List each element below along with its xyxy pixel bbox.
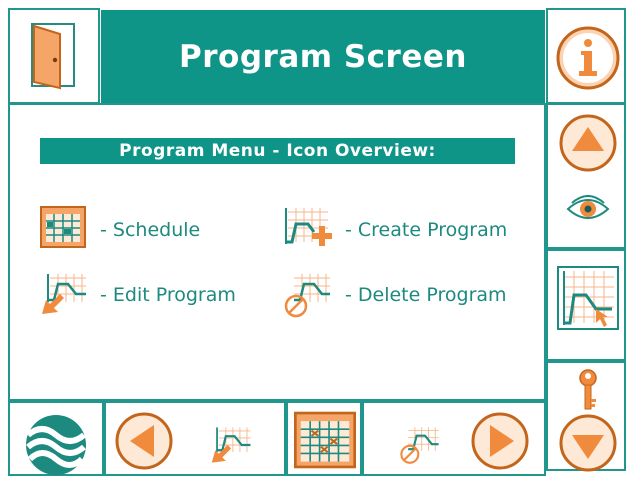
menu-heading: Program Menu - Icon Overview: bbox=[40, 138, 515, 164]
info-button[interactable] bbox=[546, 8, 626, 104]
right-arrow-icon[interactable] bbox=[470, 411, 530, 471]
header-title-bar: Program Screen bbox=[101, 10, 545, 104]
logo-button[interactable] bbox=[8, 401, 104, 476]
delete-program-icon bbox=[284, 274, 330, 318]
delete-program-label: - Delete Program bbox=[345, 284, 507, 306]
key-button[interactable] bbox=[546, 361, 626, 472]
schedule-icon bbox=[294, 411, 356, 469]
left-arrow-icon[interactable] bbox=[114, 411, 174, 471]
schedule-icon bbox=[40, 206, 86, 248]
logo-icon bbox=[26, 415, 86, 475]
door-exit-icon bbox=[31, 23, 75, 90]
up-arrow-icon bbox=[559, 114, 617, 172]
program-view-button[interactable] bbox=[546, 249, 626, 361]
down-arrow-icon bbox=[559, 414, 617, 472]
edit-program-icon[interactable] bbox=[210, 423, 254, 467]
footer-nav-right bbox=[362, 401, 546, 476]
edit-program-icon bbox=[42, 274, 86, 314]
exit-button[interactable] bbox=[8, 8, 100, 104]
scroll-up-button[interactable] bbox=[546, 103, 626, 249]
edit-program-label: - Edit Program bbox=[100, 284, 236, 306]
create-program-icon bbox=[285, 208, 332, 246]
schedule-label: - Schedule bbox=[100, 219, 201, 241]
page-title: Program Screen bbox=[179, 39, 467, 75]
schedule-footer-button[interactable] bbox=[286, 401, 362, 476]
footer-nav-left bbox=[104, 401, 286, 476]
key-icon bbox=[579, 369, 597, 410]
create-program-label: - Create Program bbox=[345, 219, 508, 241]
delete-program-icon[interactable] bbox=[398, 423, 442, 467]
program-curve-icon bbox=[557, 266, 619, 330]
eye-icon bbox=[566, 195, 610, 219]
info-icon bbox=[556, 26, 620, 90]
